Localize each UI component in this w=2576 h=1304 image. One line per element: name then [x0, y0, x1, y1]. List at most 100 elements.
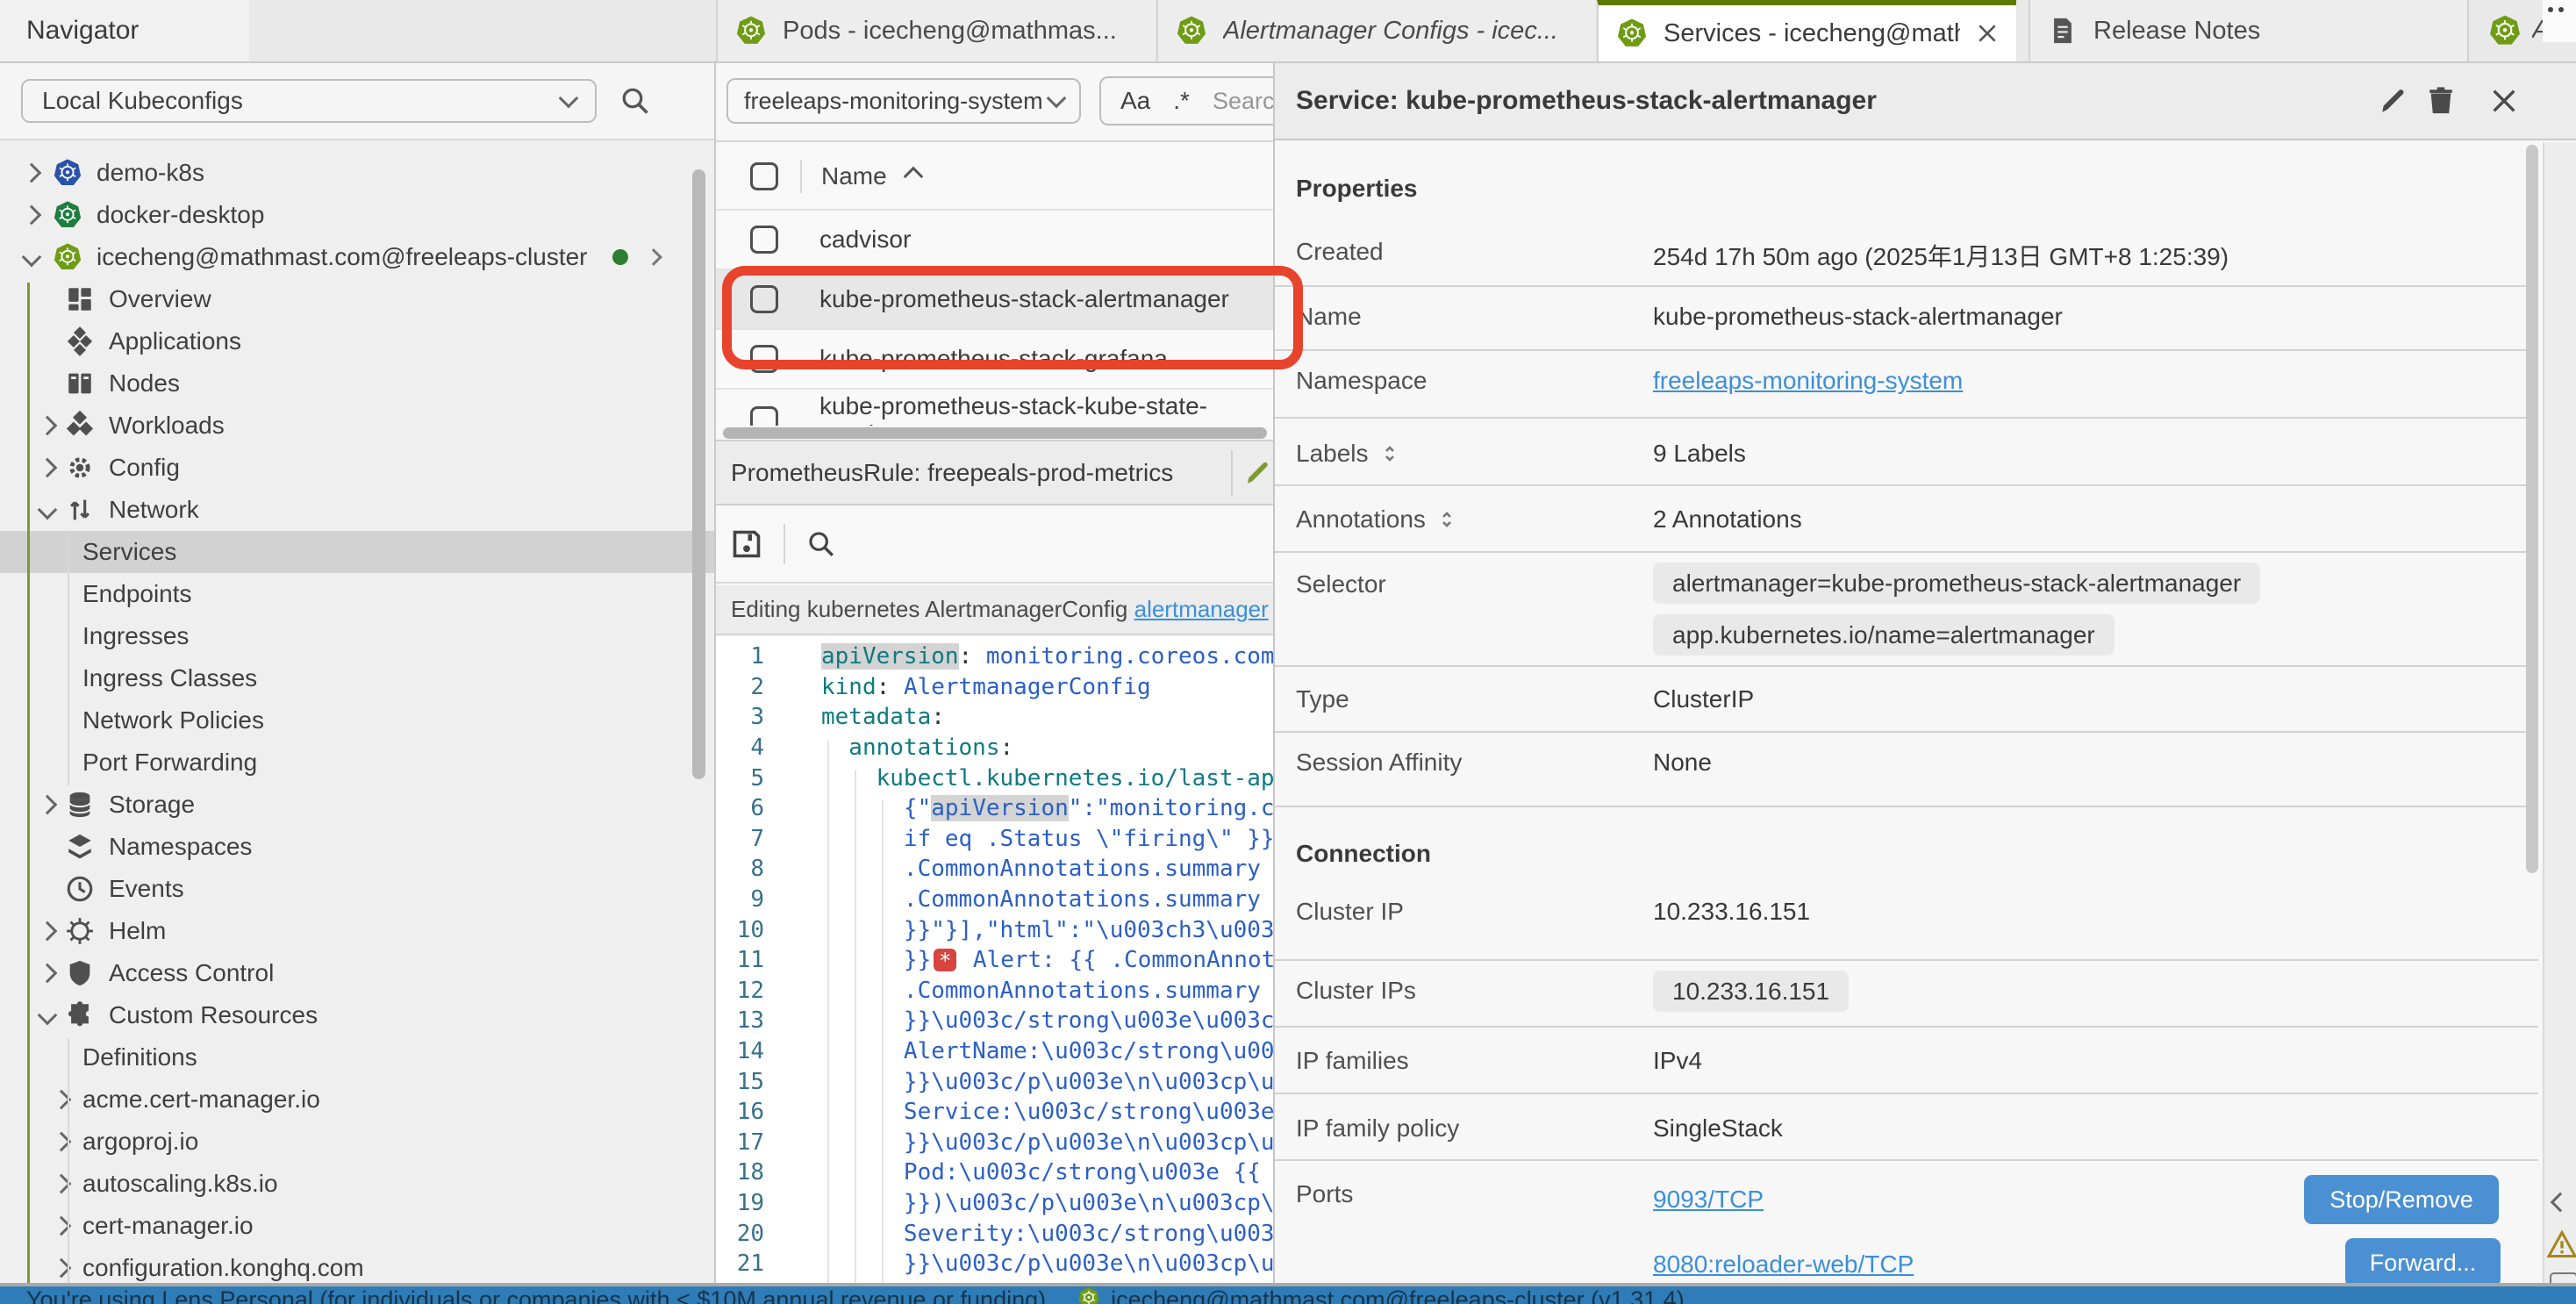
- yaml-editor[interactable]: 1apiVersion: monitoring.coreos.com/v1 2k…: [716, 637, 1273, 1283]
- sidebar-item-autoscaling[interactable]: autoscaling.k8s.io: [0, 1163, 714, 1205]
- warning-triangle-icon[interactable]: [2546, 1229, 2576, 1260]
- edit-pencil-icon[interactable]: [1244, 459, 1272, 487]
- match-case-toggle[interactable]: Aa: [1120, 87, 1150, 115]
- sidebar-item-applications[interactable]: Applications: [0, 320, 714, 362]
- port-8080-link[interactable]: 8080:reloader-web/TCP: [1653, 1250, 1914, 1279]
- chevron-right-icon[interactable]: [22, 163, 42, 183]
- list-toolbar: freeleaps-monitoring-system Aa .* Search: [716, 63, 1273, 142]
- sidebar-item-docker-desktop[interactable]: docker-desktop: [0, 194, 714, 236]
- chevron-right-icon[interactable]: [22, 205, 42, 226]
- sidebar-item-config[interactable]: Config: [0, 447, 714, 489]
- row-checkbox[interactable]: [750, 406, 778, 426]
- code-line: 18 Pod:\u003c/strong\u003e {{ .Co: [716, 1157, 1273, 1188]
- chevron-down-icon[interactable]: [22, 247, 42, 268]
- column-name[interactable]: Name: [821, 162, 887, 190]
- chevron-right-icon: [645, 248, 662, 266]
- prometheusrule-bar[interactable]: PrometheusRule: freepeals-prod-metrics: [716, 441, 1273, 505]
- close-icon[interactable]: [2489, 86, 2519, 116]
- sidebar-item-acme-cert-manager[interactable]: acme.cert-manager.io: [0, 1078, 714, 1121]
- regex-toggle[interactable]: .*: [1173, 87, 1190, 115]
- events-icon: [65, 874, 95, 904]
- chevron-right-icon[interactable]: [38, 964, 58, 984]
- services-list-panel: freeleaps-monitoring-system Aa .* Search…: [716, 63, 1273, 1283]
- namespace-select[interactable]: freeleaps-monitoring-system: [726, 78, 1081, 124]
- close-tab-icon[interactable]: [1976, 22, 1999, 45]
- sort-asc-icon[interactable]: [903, 167, 923, 187]
- sidebar-item-access-control[interactable]: Access Control: [0, 952, 714, 994]
- port-9093-link[interactable]: 9093/TCP: [1653, 1186, 1764, 1214]
- row-divider: [1275, 665, 2538, 667]
- forward-button[interactable]: Forward...: [2345, 1238, 2501, 1283]
- sidebar-item-ingress-classes[interactable]: Ingress Classes: [0, 657, 714, 699]
- active-cluster-text[interactable]: icecheng@mathmast.com@freeleaps-cluster …: [1111, 1286, 1685, 1304]
- trash-icon[interactable]: [2426, 86, 2456, 116]
- save-icon[interactable]: [731, 528, 762, 560]
- stop-remove-button[interactable]: Stop/Remove: [2304, 1175, 2499, 1224]
- sidebar-item-network-policies[interactable]: Network Policies: [0, 699, 714, 742]
- sidebar-item-label: autoscaling.k8s.io: [82, 1170, 278, 1198]
- applications-icon: [65, 326, 95, 356]
- select-all-checkbox[interactable]: [750, 162, 778, 190]
- sidebar-scrollbar-thumb[interactable]: [692, 169, 705, 779]
- sidebar-item-argoproj[interactable]: argoproj.io: [0, 1121, 714, 1163]
- indent-guide: [882, 800, 884, 1283]
- chevron-down-icon[interactable]: [38, 500, 58, 520]
- chevron-right-icon[interactable]: [38, 416, 58, 436]
- chevron-down-icon[interactable]: [38, 1006, 58, 1026]
- sidebar-item-helm[interactable]: Helm: [0, 910, 714, 952]
- sidebar-item-services[interactable]: Services: [0, 531, 714, 573]
- namespace-link[interactable]: freeleaps-monitoring-system: [1653, 367, 1963, 395]
- navigator-title: Navigator: [26, 16, 139, 46]
- search-placeholder: Search: [1213, 88, 1273, 115]
- editing-resource-link[interactable]: alertmanager: [1134, 596, 1269, 623]
- sidebar-item-overview[interactable]: Overview: [0, 278, 714, 320]
- horizontal-scrollbar-thumb[interactable]: [723, 427, 1267, 439]
- sidebar-item-network[interactable]: Network: [0, 489, 714, 531]
- chevron-right-icon[interactable]: [38, 458, 58, 478]
- sidebar-item-events[interactable]: Events: [0, 868, 714, 910]
- expand-icon[interactable]: [1436, 509, 1457, 530]
- sidebar-item-configuration-konghq[interactable]: configuration.konghq.com: [0, 1247, 714, 1283]
- sidebar-item-nodes[interactable]: Nodes: [0, 362, 714, 405]
- panel-scrollbar-thumb[interactable]: [2526, 145, 2538, 873]
- editor-toolbar: [716, 505, 1273, 584]
- kubeconfig-select[interactable]: Local Kubeconfigs: [21, 79, 597, 123]
- sidebar-item-ingresses[interactable]: Ingresses: [0, 615, 714, 657]
- tab-release-notes[interactable]: Release Notes: [2029, 0, 2469, 61]
- sidebar-item-namespaces[interactable]: Namespaces: [0, 826, 714, 868]
- sidebar-item-cert-manager[interactable]: cert-manager.io: [0, 1205, 714, 1247]
- section-connection: Connection: [1296, 840, 1431, 868]
- sidebar-item-workloads[interactable]: Workloads: [0, 405, 714, 447]
- tab-services-active[interactable]: Services - icecheng@math...: [1597, 0, 2016, 61]
- search-input[interactable]: Aa .* Search: [1099, 76, 1273, 125]
- notification-icon[interactable]: [2550, 1272, 2576, 1283]
- collapse-left-icon[interactable]: [2551, 1193, 2571, 1213]
- sidebar-item-label: Endpoints: [82, 580, 192, 608]
- search-icon[interactable]: [806, 529, 836, 559]
- tab-pods[interactable]: Pods - icecheng@mathmas...: [716, 0, 1155, 61]
- sidebar-item-label: Access Control: [109, 959, 274, 987]
- code-line: 11 }} Alert: {{ .CommonAnnotati: [716, 945, 1273, 976]
- expand-icon[interactable]: [1379, 443, 1400, 464]
- row-checkbox[interactable]: [750, 226, 778, 254]
- tab-bar: Navigator Pods - icecheng@mathmas... Ale…: [0, 0, 2576, 63]
- sidebar-item-freeleaps-cluster[interactable]: icecheng@mathmast.com@freeleaps-cluster: [0, 236, 714, 278]
- table-row[interactable]: cadvisor: [716, 209, 1273, 269]
- tab-alertmanager-configs[interactable]: Alertmanager Configs - icec...: [1156, 0, 1595, 61]
- section-properties: Properties: [1296, 175, 1418, 203]
- sidebar-item-custom-resources[interactable]: Custom Resources: [0, 994, 714, 1036]
- sidebar-item-port-forwarding[interactable]: Port Forwarding: [0, 742, 714, 784]
- kubeconfig-select-value: Local Kubeconfigs: [42, 87, 243, 115]
- sidebar-item-definitions[interactable]: Definitions: [0, 1036, 714, 1078]
- table-row-clipped[interactable]: kube-prometheus-stack-kube-state-metrics: [716, 388, 1273, 426]
- row-divider: [1275, 1093, 2538, 1094]
- edit-pencil-icon[interactable]: [2379, 86, 2408, 116]
- sidebar-item-storage[interactable]: Storage: [0, 784, 714, 826]
- sidebar-item-label: Services: [82, 538, 176, 566]
- tree-indent-guide: [68, 1038, 69, 1283]
- sidebar-item-demo-k8s[interactable]: demo-k8s: [0, 152, 714, 194]
- chevron-right-icon[interactable]: [38, 921, 58, 942]
- search-icon[interactable]: [619, 85, 651, 117]
- chevron-right-icon[interactable]: [38, 795, 58, 815]
- sidebar-item-endpoints[interactable]: Endpoints: [0, 573, 714, 615]
